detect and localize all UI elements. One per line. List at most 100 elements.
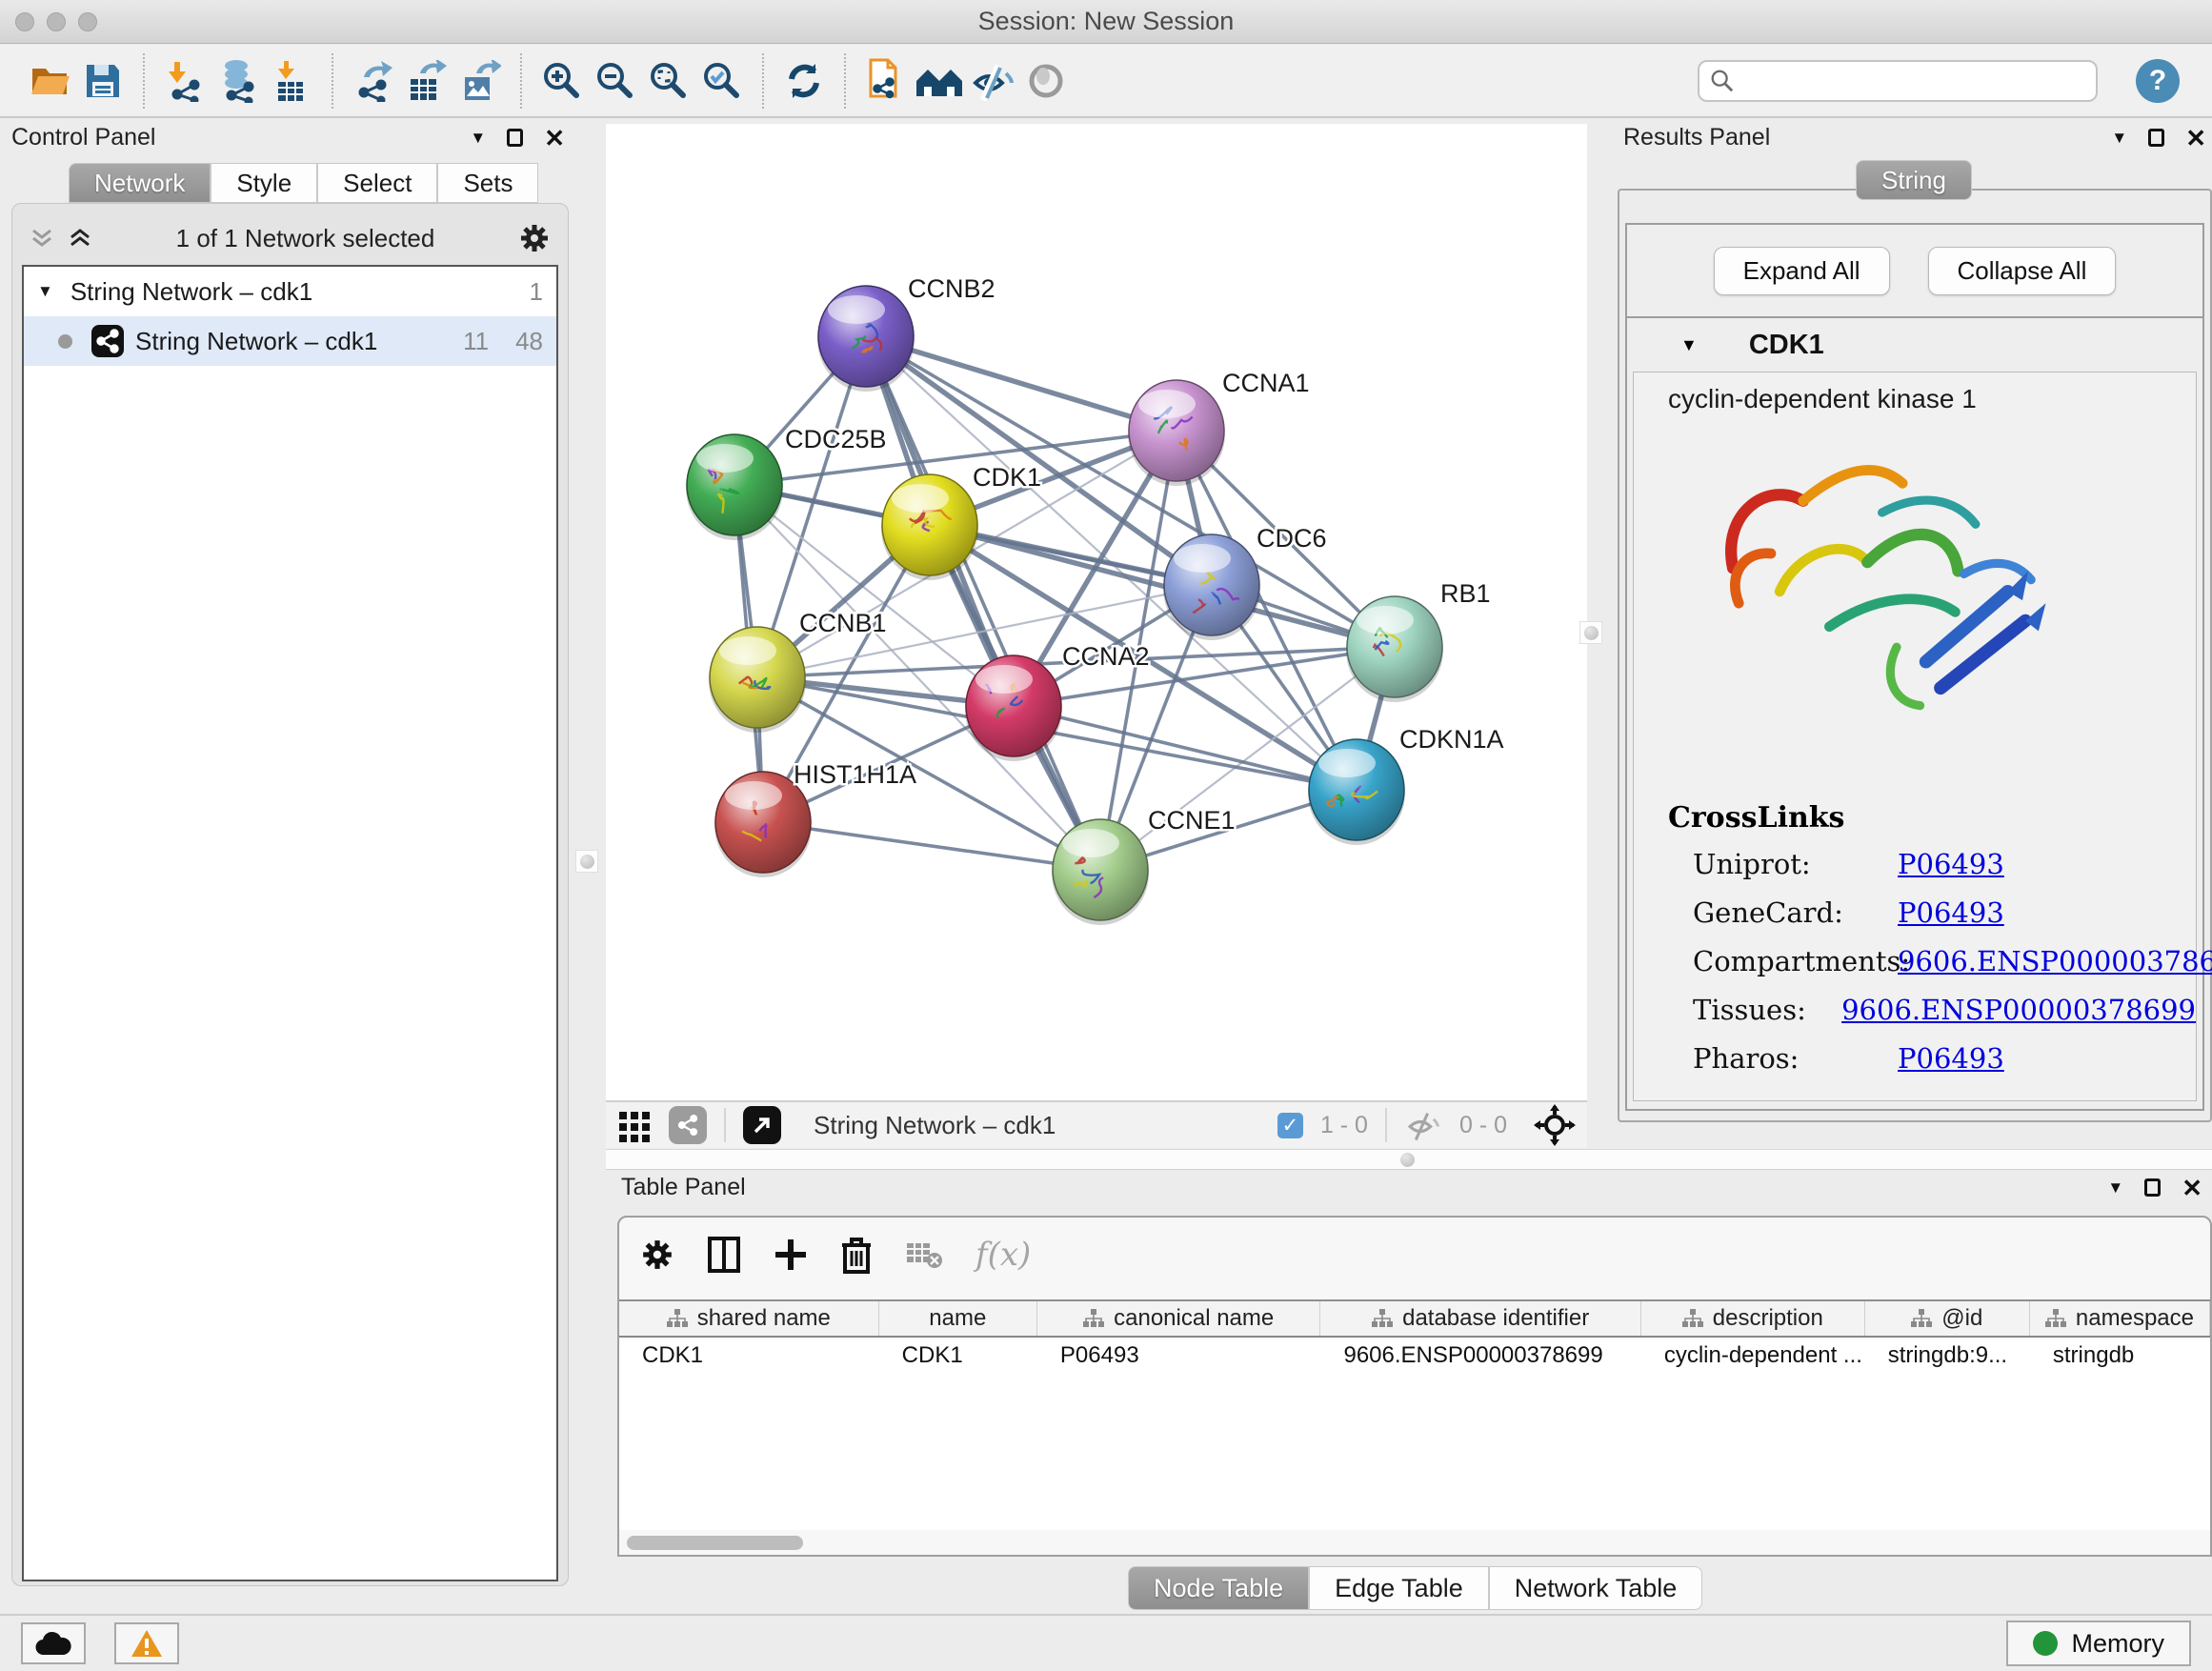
export-table-button[interactable] [400, 53, 453, 109]
table-cell[interactable]: cyclin-dependent ... [1641, 1338, 1865, 1374]
fit-content-button[interactable] [642, 53, 695, 109]
birds-eye-crosshair-icon[interactable] [1534, 1104, 1576, 1146]
table-cell[interactable]: CDK1 [879, 1338, 1037, 1374]
export-network-button[interactable] [347, 53, 400, 109]
column-header-shared-name[interactable]: shared name [619, 1301, 879, 1336]
delete-table-icon[interactable] [905, 1239, 943, 1270]
float-panel-icon[interactable] [2144, 1178, 2161, 1197]
tree-expand-caret-icon[interactable]: ▼ [37, 282, 53, 301]
selected-nodes-checkbox-icon[interactable]: ✓ [1277, 1113, 1303, 1138]
panel-menu-caret-icon[interactable]: ▼ [2111, 129, 2127, 148]
zoom-out-button[interactable] [589, 53, 642, 109]
network-collection-row[interactable]: ▼ String Network – cdk1 1 [24, 267, 556, 316]
table-cell[interactable]: P06493 [1037, 1338, 1321, 1374]
panel-menu-caret-icon[interactable]: ▼ [2107, 1178, 2123, 1198]
export-image-button[interactable] [453, 53, 507, 109]
grid-view-icon[interactable] [617, 1108, 652, 1142]
edge-HIST1H1A-CCNE1[interactable] [763, 822, 1100, 870]
add-column-icon[interactable] [774, 1238, 808, 1272]
section-collapse-caret-icon[interactable]: ▼ [1680, 335, 1698, 355]
tab-network[interactable]: Network [69, 163, 211, 203]
memory-button[interactable]: Memory [2006, 1621, 2191, 1666]
right-splitter-handle[interactable] [1579, 621, 1602, 644]
cloud-status-button[interactable] [21, 1622, 86, 1664]
function-builder-icon[interactable]: f(x) [975, 1236, 1031, 1274]
column-header-name[interactable]: name [879, 1301, 1037, 1336]
search-box[interactable] [1698, 60, 2098, 102]
hide-unhide-panels-button[interactable] [966, 53, 1019, 109]
expand-all-button[interactable]: Expand All [1714, 247, 1890, 295]
node-CCNA1[interactable] [1128, 380, 1225, 486]
column-header-description[interactable]: description [1641, 1301, 1865, 1336]
refresh-view-button[interactable] [777, 53, 831, 109]
save-session-button[interactable] [76, 53, 130, 109]
clone-network-button[interactable] [859, 53, 913, 109]
zoom-selected-button[interactable] [695, 53, 749, 109]
tab-select[interactable]: Select [317, 163, 437, 203]
preview-button[interactable] [1019, 53, 1073, 109]
hidden-eye-icon[interactable] [1404, 1109, 1442, 1141]
import-network-from-database-button[interactable] [211, 53, 265, 109]
crosslink-value-link[interactable]: 9606.ENSP00000378699 [1841, 994, 2196, 1026]
close-panel-icon[interactable]: ✕ [2185, 126, 2206, 151]
network-canvas[interactable]: CCNB2CCNA1CDC25BCDK1CDC6RB1CCNB1CCNA2CDK… [606, 124, 1587, 1100]
node-RB1[interactable] [1346, 596, 1443, 702]
horizontal-scrollbar-thumb[interactable] [627, 1536, 803, 1550]
tab-network-table[interactable]: Network Table [1489, 1566, 1703, 1610]
float-panel-icon[interactable] [507, 129, 523, 147]
node-CCNE1[interactable] [1052, 819, 1149, 925]
warning-status-button[interactable] [114, 1622, 179, 1664]
collapse-all-chevron-icon[interactable] [30, 226, 54, 251]
show-columns-icon[interactable] [707, 1236, 741, 1274]
tab-string-results[interactable]: String [1856, 160, 1972, 200]
column-header-namespace[interactable]: namespace [2030, 1301, 2210, 1336]
node-CDC25B[interactable] [686, 434, 783, 540]
horizontal-splitter[interactable] [606, 1149, 2212, 1170]
column-header-database-identifier[interactable]: database identifier [1320, 1301, 1640, 1336]
edge-CCNB2-CCNE1[interactable] [866, 336, 1100, 870]
close-panel-icon[interactable]: ✕ [544, 126, 565, 151]
search-input[interactable] [1736, 68, 2086, 94]
column-header--id[interactable]: @id [1865, 1301, 2030, 1336]
tab-node-table[interactable]: Node Table [1128, 1566, 1309, 1610]
control-panel: Control Panel ▼ ✕ Network Style Select S… [11, 124, 569, 1591]
expand-all-chevron-icon[interactable] [68, 226, 92, 251]
string-view-icon[interactable] [669, 1106, 707, 1144]
tab-sets[interactable]: Sets [437, 163, 538, 203]
crosslink-value-link[interactable]: P06493 [1898, 848, 2004, 880]
show-home-button[interactable] [913, 53, 966, 109]
network-graph[interactable]: CCNB2CCNA1CDC25BCDK1CDC6RB1CCNB1CCNA2CDK… [606, 124, 1587, 1100]
network-options-gear-icon[interactable] [518, 222, 551, 254]
node-CDC6[interactable] [1163, 534, 1260, 640]
open-session-button[interactable] [23, 53, 76, 109]
network-row[interactable]: String Network – cdk1 11 48 [24, 316, 556, 366]
crosslink-value-link[interactable]: P06493 [1898, 896, 2004, 929]
open-in-window-icon[interactable] [743, 1106, 781, 1144]
float-panel-icon[interactable] [2148, 129, 2164, 147]
import-table-from-file-button[interactable] [265, 53, 318, 109]
node-CDKN1A[interactable] [1308, 739, 1405, 845]
node-CCNB2[interactable] [817, 286, 915, 392]
tab-style[interactable]: Style [211, 163, 317, 203]
node-CDK1[interactable] [881, 474, 978, 580]
table-row[interactable]: CDK1CDK1P064939606.ENSP00000378699cyclin… [619, 1338, 2210, 1374]
table-options-gear-icon[interactable] [640, 1238, 674, 1272]
import-network-from-file-button[interactable] [158, 53, 211, 109]
table-cell[interactable]: 9606.ENSP00000378699 [1320, 1338, 1640, 1374]
zoom-in-button[interactable] [535, 53, 589, 109]
close-panel-icon[interactable]: ✕ [2182, 1176, 2202, 1200]
crosslink-value-link[interactable]: P06493 [1898, 1042, 2004, 1075]
collapse-all-button[interactable]: Collapse All [1928, 247, 2117, 295]
node-CCNB1[interactable] [709, 627, 806, 733]
table-cell[interactable]: stringdb [2030, 1338, 2210, 1374]
column-header-canonical-name[interactable]: canonical name [1037, 1301, 1321, 1336]
tab-edge-table[interactable]: Edge Table [1309, 1566, 1489, 1610]
help-button[interactable]: ? [2136, 59, 2180, 103]
node-CCNA2[interactable] [965, 655, 1062, 761]
table-cell[interactable]: stringdb:9... [1865, 1338, 2030, 1374]
panel-menu-caret-icon[interactable]: ▼ [470, 129, 486, 148]
left-splitter-handle[interactable] [575, 850, 598, 873]
crosslink-value-link[interactable]: 9606.ENSP00000378699 [1898, 945, 2212, 977]
delete-column-trash-icon[interactable] [840, 1236, 873, 1274]
table-cell[interactable]: CDK1 [619, 1338, 879, 1374]
